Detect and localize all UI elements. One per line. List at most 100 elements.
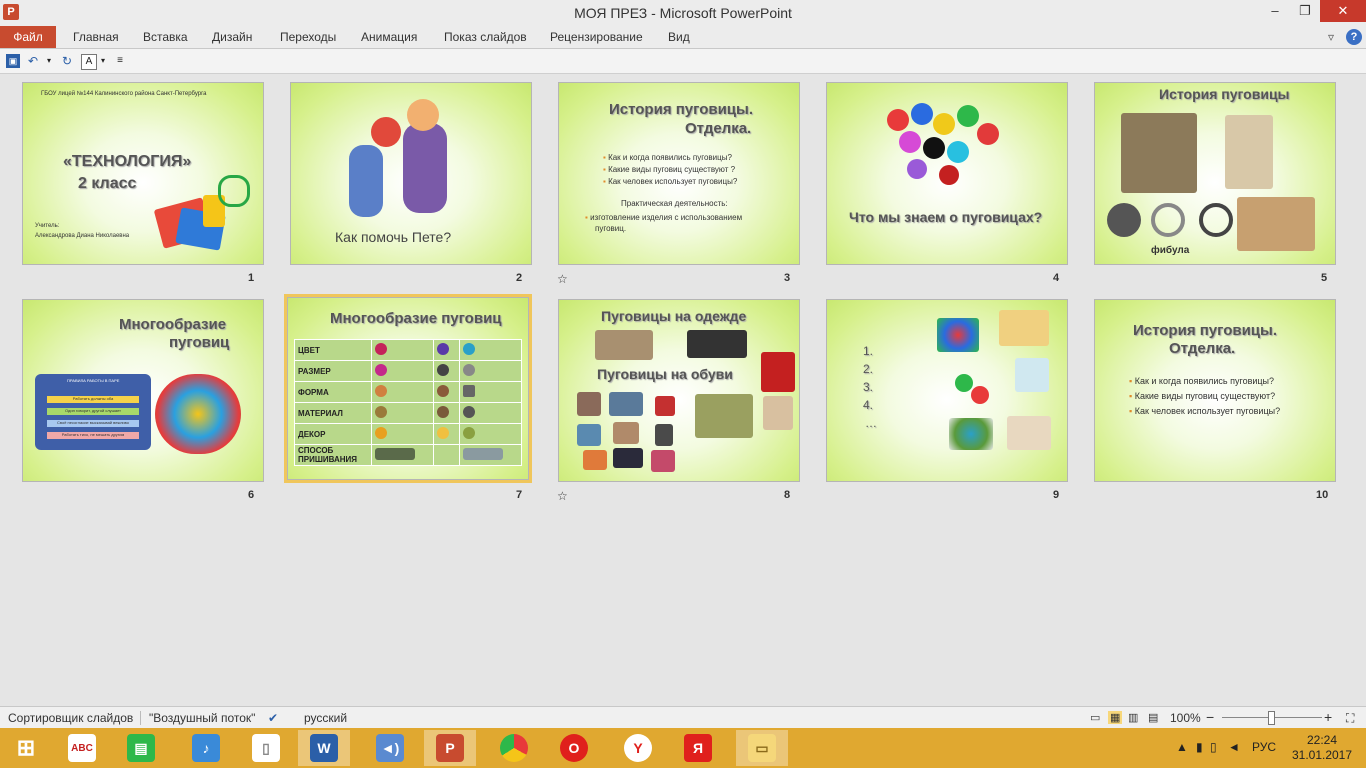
close-button[interactable]: ✕ [1320, 0, 1366, 22]
slide10-bullet-1: Как и когда появились пуговицы? [1129, 376, 1274, 386]
ribbon-collapse-icon[interactable]: ▿ [1328, 30, 1334, 44]
slide-number-9: 9 [1053, 489, 1060, 501]
small-boy-head-image [371, 117, 401, 147]
document-icon: ▯ [252, 734, 280, 762]
tab-file[interactable]: Файл [0, 26, 56, 48]
word-icon: W [310, 734, 338, 762]
window-title: МОЯ ПРЕЗ - Microsoft PowerPoint [574, 5, 792, 21]
slide1-org: ГБОУ лицей №144 Калининского района Санк… [41, 91, 207, 97]
slide-thumbnail-8[interactable]: Пуговицы на одежде Пуговицы на обуви [558, 299, 800, 482]
reading-view-icon[interactable]: ▥ [1128, 711, 1138, 724]
tab-transitions[interactable]: Переходы [280, 30, 336, 44]
rule-1: Работать должны оба [47, 396, 139, 403]
start-button[interactable]: ⊞ [0, 730, 52, 766]
tab-home[interactable]: Главная [73, 30, 119, 44]
zoom-level[interactable]: 100% [1170, 711, 1201, 725]
button-image-green [957, 105, 979, 127]
slide3-practical: Практическая деятельность: [621, 199, 728, 208]
slide6-subtitle: пуговиц [169, 334, 230, 351]
button-image-violet [907, 159, 927, 179]
slide9-item-5: … [865, 416, 877, 430]
slide-number-5: 5 [1321, 272, 1328, 284]
slide-thumbnail-3[interactable]: История пуговицы. Отделка. Как и когда п… [558, 82, 800, 265]
undo-icon[interactable]: ↶ [26, 54, 40, 68]
scissors-image [218, 175, 250, 207]
buttons-variety-table: ЦВЕТ РАЗМЕР ФОРМА МАТЕРИАЛ ДЕКОР СПОСОБ … [294, 339, 523, 466]
slide-thumbnail-7[interactable]: Многообразие пуговиц ЦВЕТ РАЗМЕР ФОРМА М… [284, 294, 532, 483]
undo-dropdown-icon[interactable]: ▾ [42, 54, 56, 68]
spellcheck-icon[interactable]: ✔ [268, 711, 278, 725]
slide4-title: Что мы знаем о пуговицах? [849, 209, 1043, 225]
tray-language[interactable]: РУС [1252, 740, 1276, 754]
tab-review[interactable]: Рецензирование [550, 30, 643, 44]
tab-insert[interactable]: Вставка [143, 30, 188, 44]
slide-thumbnail-1[interactable]: ГБОУ лицей №144 Калининского района Санк… [22, 82, 264, 265]
help-icon[interactable]: ? [1346, 29, 1362, 45]
tab-animation[interactable]: Анимация [361, 30, 417, 44]
save-icon[interactable]: ▣ [6, 54, 20, 68]
tray-volume-icon[interactable]: ◄ [1228, 740, 1240, 754]
tab-slideshow[interactable]: Показ слайдов [444, 30, 527, 44]
zoom-out-button[interactable]: − [1206, 709, 1214, 725]
slide-thumbnail-10[interactable]: История пуговицы. Отделка. Как и когда п… [1094, 299, 1336, 482]
taskbar-yandex-browser[interactable]: Я [672, 730, 724, 766]
taskbar-powerpoint[interactable]: P [424, 730, 476, 766]
clothing-image-2 [687, 330, 747, 358]
taskbar-word[interactable]: W [298, 730, 350, 766]
shoe-image-5 [613, 422, 639, 444]
slide-thumbnail-9[interactable]: 1. 2. 3. 4. … [826, 299, 1068, 482]
slide-number-4: 4 [1053, 272, 1060, 284]
zoom-in-button[interactable]: + [1324, 709, 1332, 725]
red-boots-image [761, 352, 795, 392]
status-theme[interactable]: "Воздушный поток" [140, 711, 255, 725]
board-title: ПРАВИЛА РАБОТЫ В ПАРЕ [67, 378, 120, 383]
maximize-button[interactable]: ❐ [1290, 0, 1320, 22]
row-label-material: МАТЕРИАЛ [294, 402, 372, 424]
slide-thumbnail-2[interactable]: Как помочь Пете? [290, 82, 532, 265]
slide1-title: «ТЕХНОЛОГИЯ» [63, 153, 192, 170]
shoe-image-3 [655, 396, 675, 416]
slide-sorter-view-icon[interactable]: ▦ [1108, 711, 1123, 724]
tab-design[interactable]: Дизайн [212, 30, 252, 44]
tray-battery-icon[interactable]: ▯ [1210, 740, 1217, 754]
opera-icon: O [560, 734, 588, 762]
windows-start-icon: ⊞ [16, 735, 36, 760]
slide10-title: История пуговицы. [1133, 322, 1277, 339]
taskbar-clock[interactable]: 22:24 31.01.2017 [1288, 733, 1356, 763]
slide-thumbnail-4[interactable]: Что мы знаем о пуговицах? [826, 82, 1068, 265]
taskbar-explorer[interactable]: ▭ [736, 730, 788, 766]
fit-to-window-icon[interactable]: ⛶ [1346, 711, 1354, 726]
tab-view[interactable]: Вид [668, 30, 690, 44]
slide5-caption: фибула [1151, 245, 1190, 256]
tray-network-icon[interactable]: ▮ [1196, 740, 1203, 754]
button-image-dark-red [939, 165, 959, 185]
font-color-icon[interactable]: A [81, 54, 97, 70]
slide3-bullet-3: Как человек использует пуговицы? [603, 177, 737, 186]
zoom-slider-thumb[interactable] [1268, 711, 1275, 725]
taskbar-document[interactable]: ▯ [240, 730, 292, 766]
slide-thumbnail-6[interactable]: Многообразие пуговиц ПРАВИЛА РАБОТЫ В ПА… [22, 299, 264, 482]
slide-number-3: 3 [784, 272, 791, 284]
slide-thumbnail-5[interactable]: История пуговицы фибула [1094, 82, 1336, 265]
minimize-button[interactable]: – [1260, 0, 1290, 22]
redo-icon[interactable]: ↻ [60, 54, 74, 68]
buttons-scatter-image [949, 418, 993, 450]
taskbar-yandex[interactable]: Y [612, 730, 664, 766]
taskbar-chrome[interactable] [488, 730, 540, 766]
customize-toolbar-icon[interactable]: ≡ [113, 54, 127, 68]
chrome-icon [500, 734, 528, 762]
status-language[interactable]: русский [304, 711, 347, 725]
taskbar-music[interactable]: ♪ [180, 730, 232, 766]
taskbar-store[interactable]: ▤ [115, 730, 167, 766]
slide5-title: История пуговицы [1159, 86, 1290, 102]
font-color-dropdown-icon[interactable]: ▾ [96, 54, 110, 68]
normal-view-icon[interactable]: ▭ [1090, 711, 1100, 724]
tray-expand-icon[interactable]: ▲ [1176, 740, 1188, 754]
status-view-name: Сортировщик слайдов [8, 711, 134, 725]
taskbar-opera[interactable]: O [548, 730, 600, 766]
animation-star-icon-2: ☆ [557, 489, 568, 503]
slideshow-view-icon[interactable]: ▤ [1148, 711, 1158, 724]
taskbar-abc-net[interactable]: ABC [56, 730, 108, 766]
ribbon-tabs: Файл Главная Вставка Дизайн Переходы Ани… [0, 26, 1366, 49]
taskbar-speaker[interactable]: ◄) [364, 730, 416, 766]
